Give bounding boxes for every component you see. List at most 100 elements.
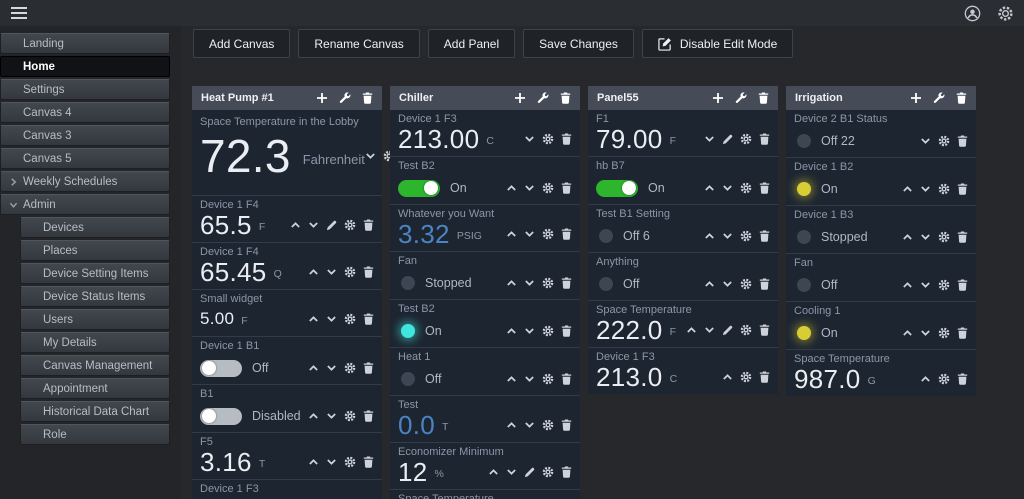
trash-icon[interactable] (956, 92, 967, 104)
gear-icon[interactable] (542, 466, 554, 478)
save-changes-button[interactable]: Save Changes (523, 29, 634, 58)
sidebar-item-users[interactable]: Users (20, 309, 170, 330)
sidebar-item-weekly-schedules[interactable]: Weekly Schedules (0, 171, 170, 192)
gear-icon[interactable] (740, 133, 752, 145)
trash-icon[interactable] (957, 327, 968, 339)
chevron-up-icon[interactable] (488, 467, 499, 477)
chevron-down-icon[interactable] (326, 457, 337, 467)
chevron-down-icon[interactable] (524, 278, 535, 288)
trash-icon[interactable] (561, 373, 572, 385)
chevron-down-icon[interactable] (524, 183, 535, 193)
chevron-up-icon[interactable] (704, 279, 715, 289)
plus-icon[interactable] (910, 92, 922, 104)
trash-icon[interactable] (363, 410, 374, 422)
gear-icon[interactable] (344, 410, 356, 422)
chevron-down-icon[interactable] (326, 314, 337, 324)
add-canvas-button[interactable]: Add Canvas (193, 29, 291, 58)
trash-icon[interactable] (362, 92, 373, 104)
sidebar-item-historical-data-chart[interactable]: Historical Data Chart (20, 401, 170, 422)
sidebar-item-device-setting-items[interactable]: Device Setting Items (20, 263, 170, 284)
plus-icon[interactable] (712, 92, 724, 104)
chevron-up-icon[interactable] (920, 374, 931, 384)
chevron-up-icon[interactable] (308, 314, 319, 324)
trash-icon[interactable] (561, 228, 572, 240)
gear-icon[interactable] (740, 278, 752, 290)
gear-icon[interactable] (938, 183, 950, 195)
sidebar-item-appointment[interactable]: Appointment (20, 378, 170, 399)
sidebar-item-home[interactable]: Home (0, 56, 170, 77)
chevron-up-icon[interactable] (506, 183, 517, 193)
chevron-up-icon[interactable] (308, 267, 319, 277)
chevron-down-icon[interactable] (722, 183, 733, 193)
chevron-down-icon[interactable] (704, 134, 715, 144)
chevron-up-icon[interactable] (506, 374, 517, 384)
trash-icon[interactable] (363, 362, 374, 374)
gear-icon[interactable] (542, 133, 554, 145)
gear-icon[interactable] (740, 324, 752, 336)
gear-icon[interactable] (542, 419, 554, 431)
gear-icon[interactable] (344, 362, 356, 374)
trash-icon[interactable] (759, 230, 770, 242)
pencil-icon[interactable] (524, 467, 535, 478)
trash-icon[interactable] (561, 133, 572, 145)
trash-icon[interactable] (363, 266, 374, 278)
chevron-down-icon[interactable] (326, 363, 337, 373)
gear-icon[interactable] (542, 373, 554, 385)
pencil-icon[interactable] (722, 134, 733, 145)
gear-icon[interactable] (938, 327, 950, 339)
gear-icon[interactable] (938, 135, 950, 147)
sidebar-item-landing[interactable]: Landing (0, 33, 170, 54)
settings-gear-icon[interactable] (997, 5, 1014, 22)
trash-icon[interactable] (363, 219, 374, 231)
gear-icon[interactable] (938, 373, 950, 385)
chevron-down-icon[interactable] (524, 420, 535, 430)
trash-icon[interactable] (957, 135, 968, 147)
chevron-down-icon[interactable] (524, 374, 535, 384)
chevron-down-icon[interactable] (920, 232, 931, 242)
chevron-up-icon[interactable] (902, 184, 913, 194)
trash-icon[interactable] (759, 182, 770, 194)
gear-icon[interactable] (938, 279, 950, 291)
gear-icon[interactable] (740, 230, 752, 242)
trash-icon[interactable] (957, 279, 968, 291)
pencil-icon[interactable] (722, 325, 733, 336)
plus-icon[interactable] (316, 92, 328, 104)
chevron-down-icon[interactable] (920, 328, 931, 338)
trash-icon[interactable] (957, 373, 968, 385)
trash-icon[interactable] (560, 92, 571, 104)
hamburger-menu-icon[interactable] (10, 6, 28, 20)
chevron-up-icon[interactable] (290, 220, 301, 230)
wrench-icon[interactable] (933, 92, 945, 104)
trash-icon[interactable] (759, 371, 770, 383)
sidebar-item-device-status-items[interactable]: Device Status Items (20, 286, 170, 307)
chevron-up-icon[interactable] (308, 457, 319, 467)
trash-icon[interactable] (957, 183, 968, 195)
chevron-down-icon[interactable] (704, 325, 715, 335)
gear-icon[interactable] (542, 182, 554, 194)
chevron-up-icon[interactable] (308, 411, 319, 421)
sidebar-item-my-details[interactable]: My Details (20, 332, 170, 353)
chevron-down-icon[interactable] (326, 411, 337, 421)
gear-icon[interactable] (344, 313, 356, 325)
wrench-icon[interactable] (537, 92, 549, 104)
chevron-down-icon[interactable] (524, 326, 535, 336)
chevron-up-icon[interactable] (506, 420, 517, 430)
trash-icon[interactable] (561, 182, 572, 194)
chevron-down-icon[interactable] (326, 267, 337, 277)
chevron-up-icon[interactable] (902, 280, 913, 290)
chevron-down-icon[interactable] (722, 279, 733, 289)
sidebar-item-role[interactable]: Role (20, 424, 170, 445)
chevron-up-icon[interactable] (506, 326, 517, 336)
gear-icon[interactable] (542, 228, 554, 240)
gear-icon[interactable] (740, 371, 752, 383)
gear-icon[interactable] (542, 277, 554, 289)
gear-icon[interactable] (938, 231, 950, 243)
trash-icon[interactable] (758, 92, 769, 104)
disable-edit-mode-button[interactable]: Disable Edit Mode (641, 29, 794, 58)
trash-icon[interactable] (561, 466, 572, 478)
toggle-switch[interactable] (200, 407, 242, 425)
trash-icon[interactable] (561, 325, 572, 337)
trash-icon[interactable] (759, 133, 770, 145)
chevron-up-icon[interactable] (704, 231, 715, 241)
wrench-icon[interactable] (735, 92, 747, 104)
